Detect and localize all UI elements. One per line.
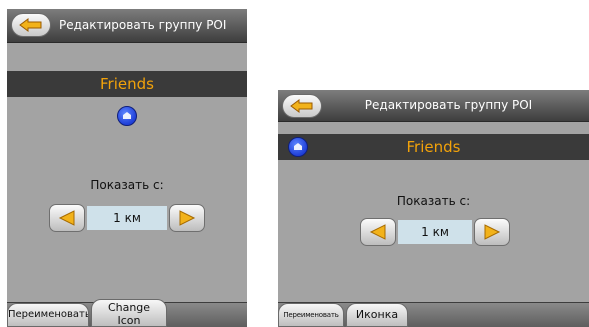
distance-stepper: 1 км bbox=[360, 218, 510, 246]
arrow-right-icon bbox=[484, 224, 501, 240]
back-arrow-icon bbox=[19, 18, 42, 32]
distance-value: 1 км bbox=[398, 220, 472, 244]
bottom-toolbar: Переименовать Change Icon bbox=[7, 299, 247, 327]
icon-button[interactable]: Иконка bbox=[346, 303, 408, 327]
change-icon-label-line2: Icon bbox=[117, 314, 141, 327]
page-title: Редактировать группу POI bbox=[59, 18, 227, 32]
title-bar: Редактировать группу POI bbox=[7, 9, 247, 43]
bottom-toolbar: Переименовать Иконка bbox=[278, 302, 589, 327]
change-icon-button[interactable]: Change Icon bbox=[91, 299, 167, 327]
arrow-left-icon bbox=[58, 210, 75, 226]
group-name: Friends bbox=[7, 71, 247, 97]
change-icon-label-line1: Change bbox=[107, 301, 151, 314]
poi-group-icon[interactable] bbox=[288, 137, 308, 157]
show-distance-label: Показать с: bbox=[396, 194, 471, 208]
poi-group-icon[interactable] bbox=[117, 106, 137, 126]
title-bar: Редактировать группу POI bbox=[278, 90, 589, 122]
show-distance-label: Показать с: bbox=[90, 178, 164, 192]
rename-button[interactable]: Переименовать bbox=[278, 303, 344, 327]
decrease-distance-button[interactable] bbox=[49, 204, 85, 232]
increase-distance-button[interactable] bbox=[474, 218, 510, 246]
arrow-left-icon bbox=[369, 224, 386, 240]
group-name: Friends bbox=[278, 134, 589, 160]
back-button[interactable] bbox=[11, 13, 51, 37]
poi-group-editor-portrait: Редактировать группу POI Friends Показат… bbox=[7, 9, 247, 327]
distance-value: 1 км bbox=[87, 206, 167, 230]
page-title: Редактировать группу POI bbox=[364, 98, 533, 112]
arrow-right-icon bbox=[179, 210, 196, 226]
distance-stepper: 1 км bbox=[49, 204, 205, 232]
increase-distance-button[interactable] bbox=[169, 204, 205, 232]
rename-button[interactable]: Переименовать bbox=[7, 303, 89, 327]
poi-group-editor-landscape: Редактировать группу POI Friends Показат… bbox=[278, 90, 589, 327]
decrease-distance-button[interactable] bbox=[360, 218, 396, 246]
